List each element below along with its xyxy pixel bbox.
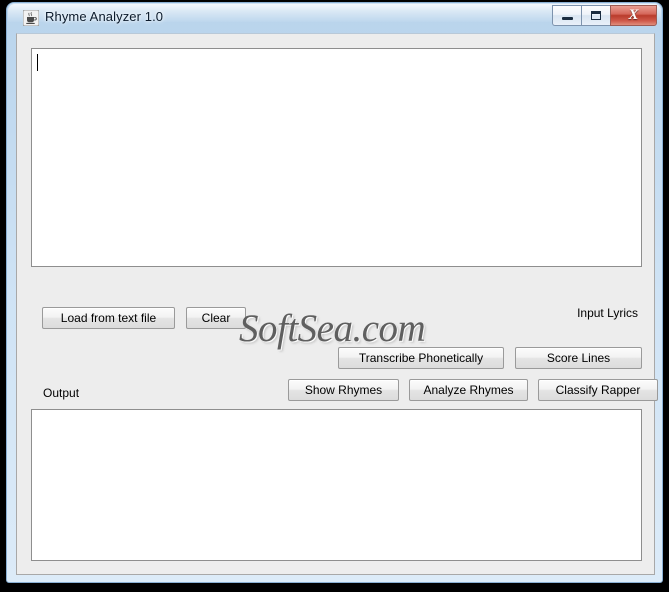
clear-label: Clear	[201, 311, 231, 325]
analyze-rhymes-button[interactable]: Analyze Rhymes	[409, 379, 528, 401]
score-lines-button[interactable]: Score Lines	[515, 347, 642, 369]
application-window: Rhyme Analyzer 1.0 X Load from text file…	[6, 2, 663, 583]
maximize-icon	[591, 11, 601, 20]
content-pane: Load from text file Clear Input Lyrics S…	[16, 33, 658, 575]
load-from-text-file-label: Load from text file	[60, 311, 157, 325]
analyze-rhymes-label: Analyze Rhymes	[423, 383, 514, 397]
text-caret	[37, 54, 38, 71]
input-lyrics-label: Input Lyrics	[577, 306, 638, 320]
softsea-watermark: SoftSea.com	[239, 307, 426, 350]
show-rhymes-label: Show Rhymes	[304, 383, 383, 397]
transcribe-phonetically-label: Transcribe Phonetically	[358, 351, 484, 365]
minimize-button[interactable]	[552, 5, 581, 26]
window-controls: X	[552, 5, 657, 27]
window-title: Rhyme Analyzer 1.0	[45, 9, 164, 24]
output-label: Output	[43, 386, 80, 400]
title-bar[interactable]: Rhyme Analyzer 1.0 X	[7, 3, 664, 33]
output-textarea[interactable]	[31, 409, 642, 561]
java-coffee-cup-icon	[22, 9, 40, 27]
classify-rapper-button[interactable]: Classify Rapper	[538, 379, 658, 401]
desktop-backdrop: Rhyme Analyzer 1.0 X Load from text file…	[0, 0, 669, 592]
show-rhymes-button[interactable]: Show Rhymes	[288, 379, 399, 401]
minimize-icon	[561, 17, 573, 20]
input-lyrics-textarea[interactable]	[31, 48, 642, 267]
clear-button[interactable]: Clear	[186, 307, 246, 329]
transcribe-phonetically-button[interactable]: Transcribe Phonetically	[338, 347, 504, 369]
classify-rapper-label: Classify Rapper	[555, 383, 641, 397]
maximize-button[interactable]	[581, 5, 610, 26]
load-from-text-file-button[interactable]: Load from text file	[42, 307, 175, 329]
close-icon: X	[628, 7, 639, 23]
close-button[interactable]: X	[610, 5, 657, 26]
score-lines-label: Score Lines	[546, 351, 611, 365]
